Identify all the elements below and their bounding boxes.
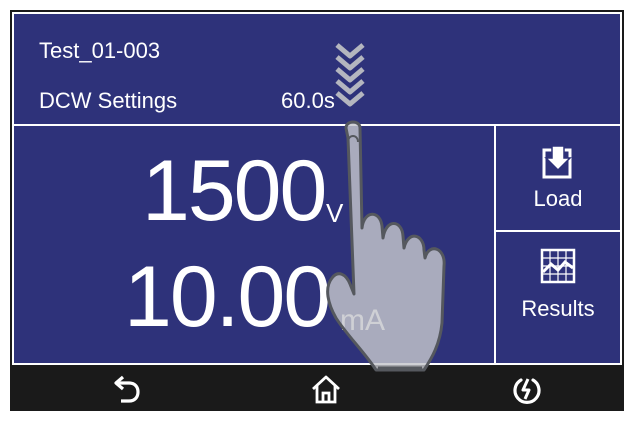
side-panel: Load Results bbox=[494, 126, 620, 363]
load-icon bbox=[542, 145, 572, 179]
hand-pointer-icon bbox=[326, 120, 446, 372]
touch-screen: Test_01-003 DCW Settings 60.0s 1500 V 10… bbox=[12, 12, 622, 365]
test-name: Test_01-003 bbox=[39, 38, 161, 63]
voltage-readout: 1500 bbox=[142, 143, 327, 239]
main-readout-area: 1500 V 10.00 mA Load bbox=[14, 126, 620, 363]
power-icon[interactable] bbox=[511, 373, 543, 405]
settings-label: DCW Settings bbox=[39, 88, 178, 113]
device-frame: Test_01-003 DCW Settings 60.0s 1500 V 10… bbox=[10, 10, 624, 411]
load-label: Load bbox=[533, 186, 583, 211]
load-button[interactable]: Load bbox=[496, 126, 620, 232]
bottom-nav-bar bbox=[10, 365, 624, 411]
chevron-down-icon bbox=[335, 43, 365, 107]
results-label: Results bbox=[521, 296, 595, 321]
results-chart-icon bbox=[540, 248, 576, 284]
settings-time: 60.0s bbox=[281, 88, 335, 113]
test-header[interactable]: Test_01-003 DCW Settings 60.0s bbox=[14, 14, 620, 126]
results-button[interactable]: Results bbox=[496, 232, 620, 336]
current-readout: 10.00 bbox=[124, 249, 331, 345]
back-arrow-icon[interactable] bbox=[111, 373, 143, 405]
